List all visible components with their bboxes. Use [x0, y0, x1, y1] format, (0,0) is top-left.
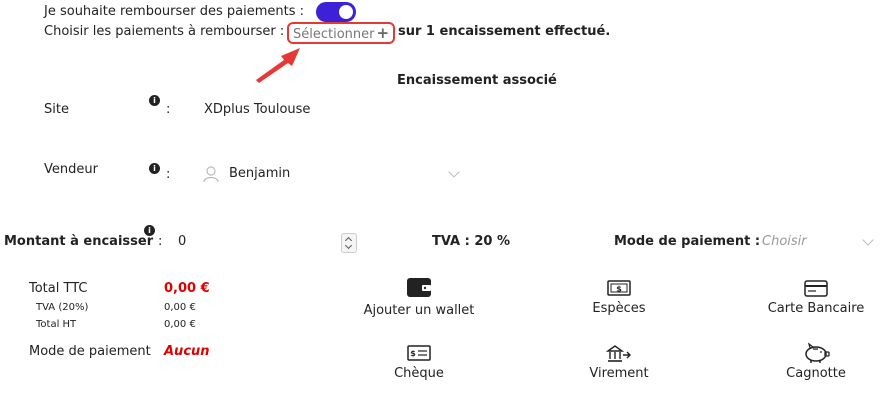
section-title: Encaissement associé [397, 73, 557, 88]
cheque-icon: $ [407, 345, 431, 361]
amount-input[interactable]: 0 [178, 234, 186, 249]
vendor-colon: : [166, 167, 171, 182]
svg-text:$: $ [616, 285, 622, 294]
amount-colon: : [158, 234, 163, 249]
total-tva-value: 0,00 € [164, 302, 196, 313]
payment-mode-label: Mode de paiement : [614, 234, 761, 249]
encaissement-count-text: sur 1 encaissement effectué. [398, 24, 611, 39]
payment-option-label: Carte Bancaire [767, 301, 865, 316]
total-ht-value: 0,00 € [164, 319, 196, 330]
total-tva-label: TVA (20%) [36, 302, 89, 313]
total-ttc-label: Total TTC [29, 281, 88, 296]
payment-option-label: Chèque [394, 366, 444, 381]
piggy-bank-icon [805, 342, 830, 363]
plus-icon: + [376, 24, 390, 42]
payment-option-card[interactable]: Carte Bancaire [762, 279, 870, 316]
payment-option-label: Virement [589, 366, 649, 381]
choose-payments-label: Choisir les paiements à rembourser : [44, 24, 285, 39]
site-colon: : [166, 102, 171, 117]
cash-icon: $ [607, 280, 631, 296]
user-icon [203, 166, 219, 183]
payment-option-cagnotte[interactable]: Cagnotte [776, 342, 856, 381]
payment-option-label: Cagnotte [786, 366, 846, 381]
payment-option-transfer[interactable]: Virement [579, 345, 659, 381]
payment-option-wallet[interactable]: Ajouter un wallet [357, 276, 481, 318]
annotation-arrow-icon [256, 48, 300, 83]
vendor-label: Vendeur [44, 162, 98, 177]
refund-toggle-label: Je souhaite rembourser des paiements : [44, 4, 304, 19]
payment-option-label: Ajouter un wallet [363, 303, 475, 318]
site-value: XDplus Toulouse [204, 102, 311, 117]
amount-stepper[interactable] [341, 233, 357, 253]
payment-mode-placeholder: Choisir [762, 234, 807, 249]
payment-option-cash[interactable]: $ Espèces [573, 279, 665, 316]
selected-mode-value: Aucun [164, 344, 210, 359]
toggle-knob [339, 5, 353, 19]
chevron-down-icon [448, 166, 460, 178]
credit-card-icon [804, 280, 828, 297]
payment-mode-select[interactable]: Choisir [762, 234, 880, 252]
total-ht-label: Total HT [36, 319, 77, 330]
payment-option-label: Espèces [592, 301, 646, 316]
bank-transfer-icon [606, 345, 631, 362]
amount-label: Montant à encaisser [4, 234, 154, 249]
vendor-select[interactable]: Benjamin [202, 163, 464, 185]
chevron-down-icon [862, 234, 874, 246]
vendor-value: Benjamin [229, 166, 291, 181]
total-ttc-value: 0,00 € [164, 281, 210, 296]
selected-mode-label: Mode de paiement [29, 344, 151, 359]
vendor-info-icon[interactable]: i [149, 163, 160, 174]
payment-option-cheque[interactable]: $ Chèque [379, 345, 459, 381]
refund-toggle[interactable] [316, 2, 356, 22]
amount-info-icon[interactable]: i [144, 225, 155, 236]
site-label: Site [44, 102, 69, 117]
svg-text:$: $ [410, 349, 416, 358]
site-info-icon[interactable]: i [149, 95, 160, 106]
wallet-icon [407, 278, 431, 297]
tva-rate: TVA : 20 % [432, 234, 510, 249]
